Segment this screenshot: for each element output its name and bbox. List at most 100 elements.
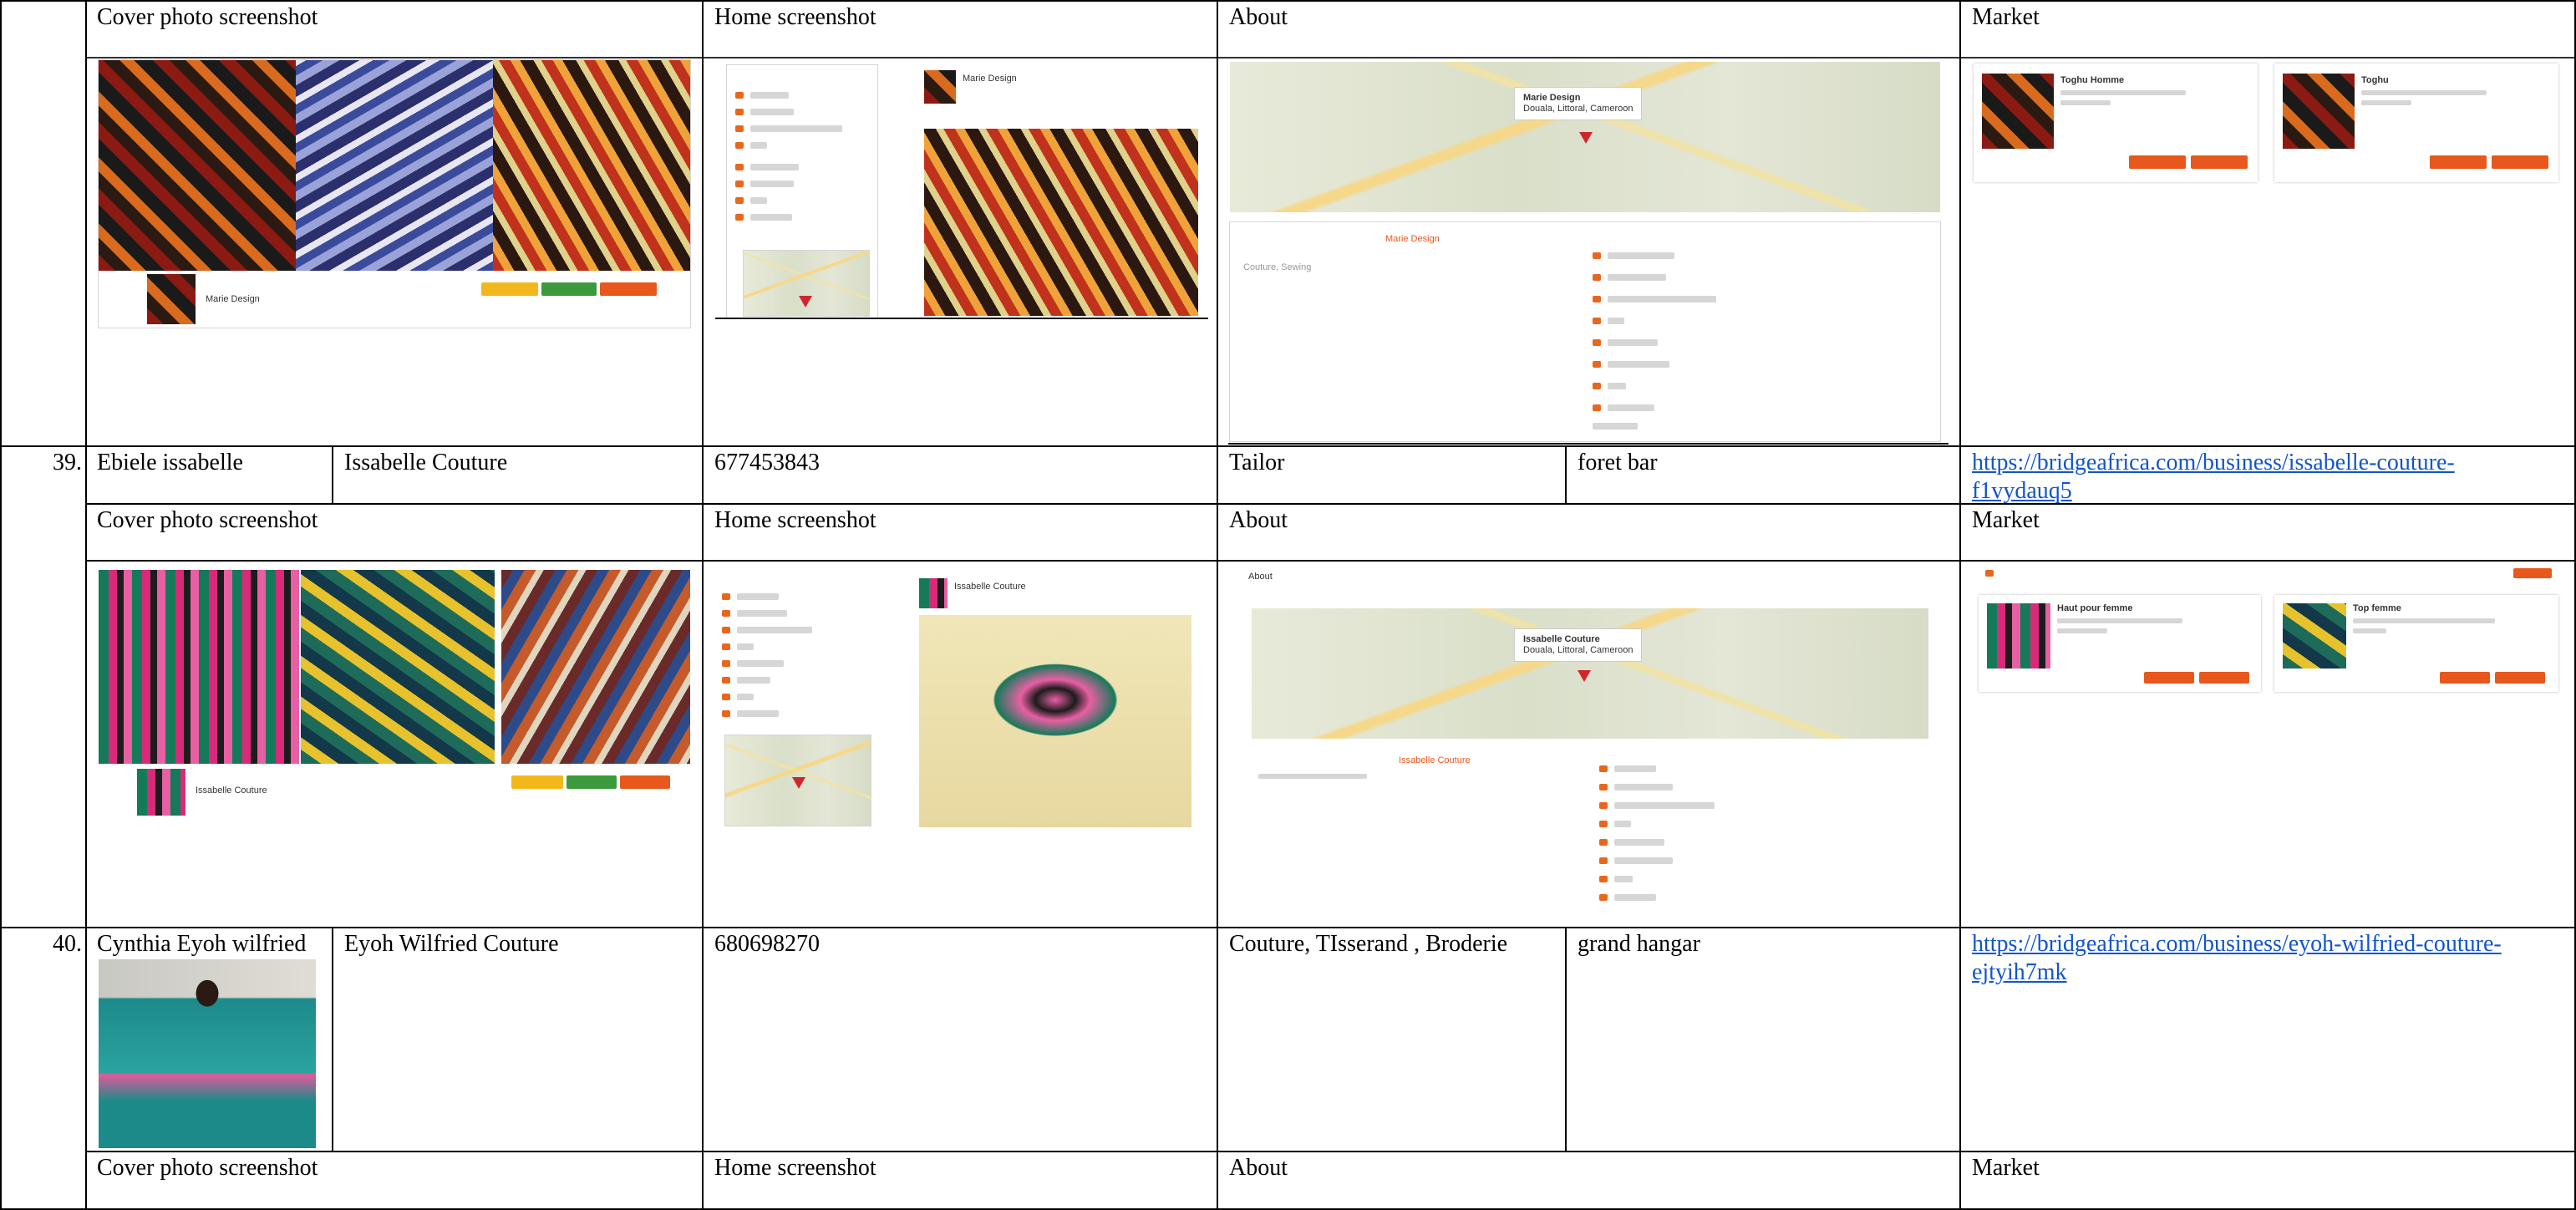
post-author: Marie Design (963, 74, 1017, 84)
market-header: Market (1972, 4, 2040, 30)
buy-now-button[interactable] (2440, 672, 2490, 684)
business-link-line2: f1vydauq5 (1972, 478, 2072, 504)
product-image (1982, 74, 2054, 149)
mini-map (724, 735, 871, 826)
buy-now-button[interactable] (2144, 672, 2194, 684)
about-line (1614, 802, 1715, 809)
product-title: Toghu (2361, 75, 2389, 85)
product-image (1987, 603, 2050, 669)
col-rule-category (1565, 445, 1567, 503)
location-icon (1599, 802, 1608, 809)
cover-screenshot: Marie Design (98, 59, 691, 328)
product-title: Top femme (2353, 603, 2401, 613)
about-header: About (1229, 4, 1288, 30)
business-link-line1: https://bridgeafrica.com/business/eyoh-w… (1972, 931, 2502, 957)
product-line (2060, 100, 2111, 105)
row-number: 40. (53, 931, 82, 957)
map-info-card: Issabelle Couture Douala, Littoral, Came… (1514, 628, 1643, 662)
col-rule-owner (332, 445, 333, 503)
product-line (2060, 90, 2186, 95)
about-line (1608, 318, 1624, 324)
search-icon (722, 610, 730, 617)
cover-image-3 (493, 60, 690, 271)
home-post: Issabelle Couture (919, 578, 1195, 829)
home-header: Home screenshot (714, 4, 876, 30)
product-image (2283, 74, 2355, 149)
cover-header: Cover photo screenshot (97, 507, 318, 533)
message-button[interactable] (541, 282, 597, 296)
community-button[interactable] (481, 282, 538, 296)
add-to-cart-button[interactable] (2191, 155, 2248, 169)
owner-name: Cynthia Eyoh wilfried (97, 931, 307, 957)
product-line (2353, 618, 2495, 623)
add-to-cart-button[interactable] (2492, 155, 2548, 169)
about-description (1258, 774, 1367, 779)
sidebar-line (737, 593, 779, 600)
sidebar-line (737, 610, 787, 617)
map-card-title: Issabelle Couture (1523, 634, 1600, 644)
product-card[interactable]: Toghu (2274, 64, 2558, 182)
about-business-name: Marie Design (1385, 234, 1440, 244)
home-sidebar (726, 64, 878, 318)
sidebar-line (737, 677, 770, 684)
col-rule-0 (0, 0, 2, 1210)
about-details: Issabelle Couture (1252, 749, 1928, 923)
message-button[interactable] (567, 775, 617, 789)
business-link[interactable]: https://bridgeafrica.com/business/eyoh-w… (1972, 930, 2565, 987)
phone-icon (735, 180, 744, 187)
map-card-title: Marie Design (1523, 93, 1581, 103)
post-image (919, 615, 1191, 827)
home-post: Marie Design (924, 70, 1200, 318)
product-card[interactable]: Haut pour femme (1979, 595, 2261, 692)
col-rule-1 (85, 0, 87, 1210)
location: foret bar (1578, 450, 1658, 475)
market-header: Market (1972, 507, 2040, 533)
home-sidebar (719, 575, 886, 826)
business-name: Issabelle Couture (344, 450, 508, 475)
location-icon (1593, 296, 1601, 302)
add-to-cart-button[interactable] (2199, 672, 2249, 684)
product-card[interactable]: Top femme (2274, 595, 2558, 692)
about-line (1608, 252, 1674, 259)
rule-row39-start (0, 445, 2576, 447)
sidebar-line (750, 214, 792, 221)
post-image (924, 129, 1198, 316)
phone-number: 680698270 (714, 931, 820, 957)
product-line (2361, 100, 2411, 105)
about-description: Couture, Sewing (1243, 262, 1312, 272)
business-icon (722, 593, 730, 600)
users-icon (722, 660, 730, 667)
about-line (1614, 894, 1656, 901)
rule-row40-sub (87, 1151, 2576, 1152)
cover-image-1 (99, 60, 296, 271)
business-icon (1593, 252, 1601, 259)
tag-icon (735, 142, 744, 149)
about-baseline (1228, 443, 1949, 445)
about-details: Marie Design Couture, Sewing (1229, 221, 1941, 442)
buy-now-button[interactable] (2129, 155, 2186, 169)
product-card[interactable]: Toghu Homme (1974, 64, 2258, 182)
community-button[interactable] (511, 775, 563, 789)
clock-icon (735, 214, 744, 221)
col-rule-3 (1217, 0, 1218, 1210)
product-title: Haut pour femme (2057, 603, 2133, 613)
add-product-button[interactable] (2513, 568, 2552, 578)
product-line (2361, 90, 2487, 95)
home-baseline (715, 318, 1208, 319)
direction-button[interactable] (600, 282, 657, 296)
about-line (1608, 383, 1626, 389)
business-link[interactable]: https://bridgeafrica.com/business/issabe… (1972, 449, 2557, 506)
col-rule-2 (702, 0, 704, 1210)
clock-icon (1599, 894, 1608, 901)
buy-now-button[interactable] (2430, 155, 2487, 169)
add-to-cart-button[interactable] (2495, 672, 2545, 684)
direction-button[interactable] (620, 775, 670, 789)
home-header: Home screenshot (714, 1155, 876, 1181)
cover-screenshot: Issabelle Couture (99, 570, 692, 817)
sidebar-line (750, 197, 767, 204)
avatar (147, 274, 196, 324)
rule-row39-header (87, 560, 2576, 562)
phone-icon (1593, 361, 1601, 368)
about-line (1614, 876, 1633, 882)
location: grand hangar (1578, 931, 1700, 957)
